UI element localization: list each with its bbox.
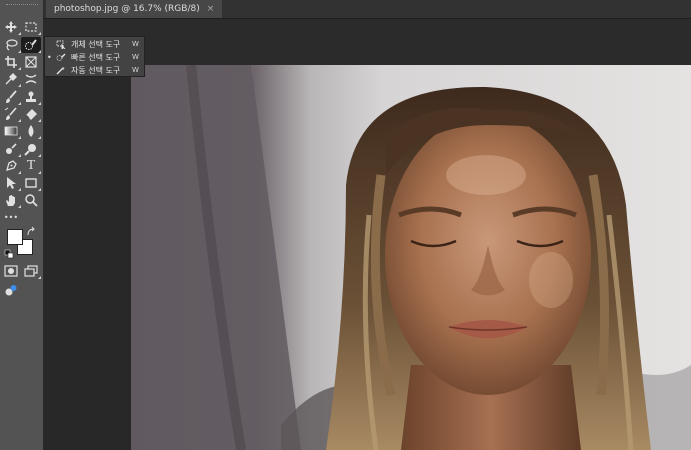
flyout-item-label: 자동 선택 도구	[71, 66, 121, 75]
zoom-in-tool-icon[interactable]	[21, 141, 41, 157]
quick-selection-tool-icon[interactable]	[21, 37, 41, 53]
document-canvas[interactable]	[131, 65, 691, 450]
share-icon[interactable]	[1, 282, 21, 298]
edit-toolbar-icon[interactable]: •••	[1, 209, 21, 225]
blur-tool-icon[interactable]	[21, 123, 41, 139]
quick-mask-icon[interactable]	[1, 263, 21, 279]
flyout-item-shortcut: W	[132, 40, 139, 48]
portrait-photo	[131, 65, 691, 450]
clone-stamp-tool-icon[interactable]	[21, 89, 41, 105]
eraser-tool-icon[interactable]	[21, 106, 41, 122]
swap-colors-icon[interactable]	[26, 226, 36, 237]
selected-marker: •	[47, 53, 52, 62]
panel-grip[interactable]	[6, 4, 38, 9]
foreground-color-swatch[interactable]	[7, 229, 23, 245]
gradient-tool-icon[interactable]	[1, 123, 21, 139]
selection-tool-flyout: 개체 선택 도구 W • 빠른 선택 도구 W 자동 선택 도구 W	[44, 36, 145, 77]
document-tab-title: photoshop.jpg @ 16.7% (RGB/8)	[54, 4, 200, 14]
flyout-item-shortcut: W	[132, 53, 139, 61]
move-tool-icon[interactable]	[1, 19, 21, 35]
edit-toolbar-glyph: •••	[3, 212, 19, 222]
default-colors-icon[interactable]	[4, 249, 14, 259]
crop-tool-icon[interactable]	[1, 54, 21, 70]
flyout-item-shortcut: W	[132, 66, 139, 74]
type-tool-glyph: T	[26, 158, 36, 173]
flyout-item-quick-selection[interactable]: • 빠른 선택 도구 W	[45, 51, 145, 64]
flyout-item-magic-wand[interactable]: 자동 선택 도구 W	[45, 64, 145, 77]
object-selection-icon	[56, 40, 66, 51]
rectangle-tool-icon[interactable]	[21, 175, 41, 191]
screen-mode-icon[interactable]	[21, 263, 41, 279]
pasteboard	[44, 65, 131, 450]
flyout-item-label: 빠른 선택 도구	[71, 53, 121, 62]
path-selection-tool-icon[interactable]	[1, 175, 21, 191]
dodge-tool-icon[interactable]	[1, 141, 21, 157]
marquee-tool-icon[interactable]	[21, 19, 41, 35]
close-tab-icon[interactable]: ×	[207, 0, 215, 18]
document-tab[interactable]: photoshop.jpg @ 16.7% (RGB/8) ×	[46, 0, 223, 18]
frame-x-tool-icon[interactable]	[21, 71, 41, 87]
brush-tool-icon[interactable]	[1, 89, 21, 105]
pen-tool-icon[interactable]	[1, 158, 21, 174]
quick-selection-icon	[56, 53, 66, 62]
flyout-item-object-selection[interactable]: 개체 선택 도구 W	[45, 38, 145, 51]
frame-tool-icon[interactable]	[21, 54, 41, 70]
tools-panel: T •••	[0, 0, 44, 450]
document-tab-bar: photoshop.jpg @ 16.7% (RGB/8) ×	[44, 0, 691, 19]
magic-wand-icon	[56, 66, 66, 75]
flyout-item-label: 개체 선택 도구	[71, 40, 121, 49]
hand-tool-icon[interactable]	[1, 192, 21, 208]
lasso-tool-icon[interactable]	[1, 37, 21, 53]
zoom-tool-icon[interactable]	[21, 192, 41, 208]
eyedropper-tool-icon[interactable]	[1, 71, 21, 87]
history-brush-tool-icon[interactable]	[1, 106, 21, 122]
type-tool-icon[interactable]: T	[21, 158, 41, 174]
